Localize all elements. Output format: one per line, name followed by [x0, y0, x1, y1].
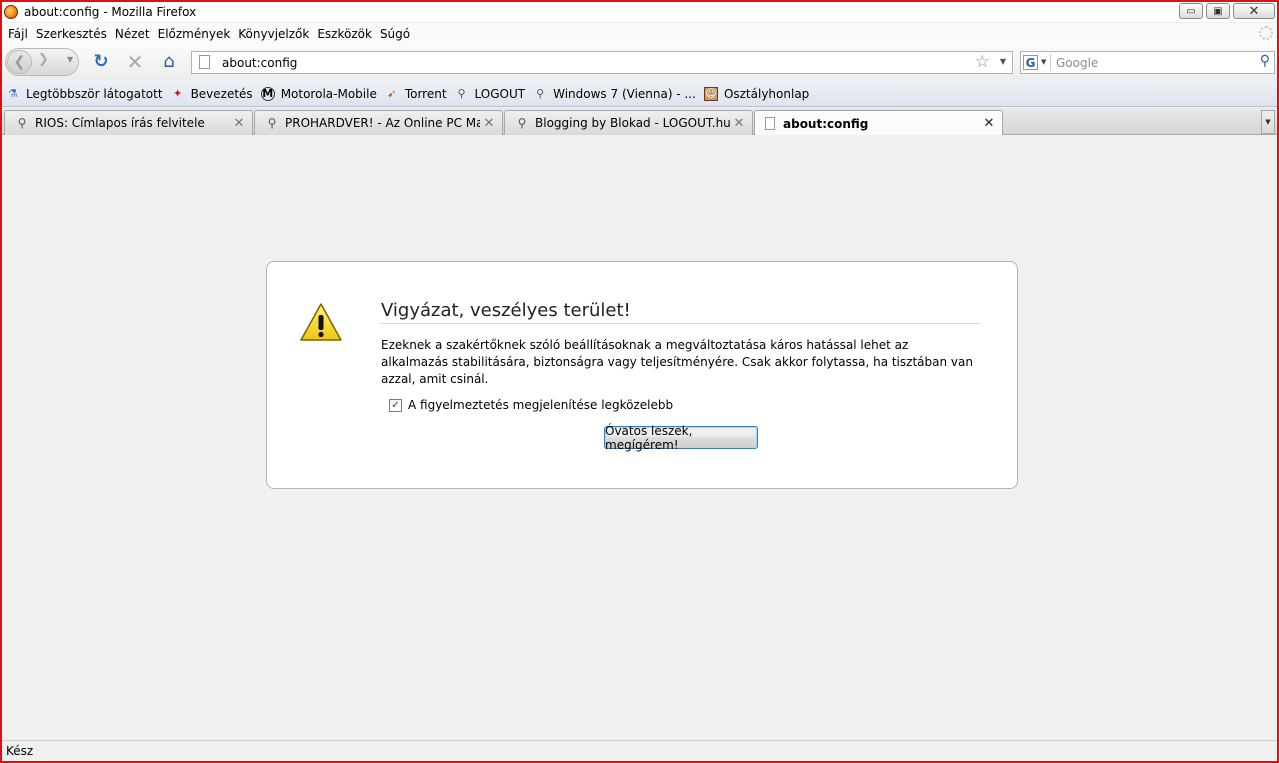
bookmark-motorola[interactable]: M Motorola-Mobile	[260, 86, 377, 101]
status-bar: Kész	[2, 740, 1277, 761]
warning-icon	[300, 303, 342, 341]
tab-label: RIOS: Címlapos írás felvitele	[35, 116, 205, 130]
browser-window: about:config - Mozilla Firefox ▭ ▣ ✕ Fáj…	[0, 0, 1279, 763]
search-separator	[1050, 54, 1051, 71]
home-icon[interactable]: ⌂	[158, 52, 180, 72]
back-forward-group: ❮ ❯ ▼	[5, 48, 79, 76]
magnifier-icon: ⚲	[536, 87, 545, 100]
warning-box: Vigyázat, veszélyes terület! Ezeknek a s…	[266, 261, 1018, 489]
class-site-icon: ☺	[703, 86, 718, 101]
title-bar: about:config - Mozilla Firefox ▭ ▣ ✕	[2, 2, 1277, 22]
tab-strip: ⚲ RIOS: Címlapos írás felvitele ✕ ⚲ PROH…	[2, 108, 1277, 136]
url-dropdown-icon[interactable]: ▼	[1000, 57, 1006, 66]
back-button[interactable]: ❮	[7, 50, 32, 74]
bookmark-label: Windows 7 (Vienna) - ...	[553, 86, 696, 101]
show-warning-checkbox-row[interactable]: ✓ A figyelmeztetés megjelenítése legköze…	[389, 398, 673, 412]
red-bird-icon: ✦	[172, 87, 183, 100]
page-content: Vigyázat, veszélyes terület! Ezeknek a s…	[2, 135, 1277, 740]
tab-label: PROHARDVER! - Az Online PC Mag...	[285, 116, 480, 130]
page-icon	[765, 117, 775, 130]
stop-icon[interactable]: ✕	[124, 52, 146, 72]
history-dropdown-icon[interactable]: ▼	[67, 55, 73, 64]
bookmarks-toolbar: ⚗ Legtöbbször látogatott ✦ Bevezetés M M…	[2, 81, 1277, 107]
bookmark-label: Motorola-Mobile	[280, 86, 377, 101]
menu-bar: Fájl Szerkesztés Nézet Előzmények Könyvj…	[2, 23, 1277, 44]
warning-title: Vigyázat, veszélyes terület!	[381, 300, 981, 324]
minimize-button[interactable]: ▭	[1179, 3, 1203, 19]
tab-close-button[interactable]: ✕	[980, 116, 998, 131]
url-input[interactable]: about:config	[222, 56, 297, 70]
url-bar[interactable]: about:config ☆ ▼	[191, 51, 1013, 74]
search-input[interactable]: Google	[1056, 56, 1098, 70]
status-text: Kész	[6, 744, 34, 758]
magnifier-icon: ⚲	[267, 116, 277, 130]
menu-bookmarks[interactable]: Könyvjelzők	[236, 27, 315, 41]
tab-label: Blogging by Blokad - LOGOUT.hu ...	[535, 116, 730, 130]
bookmark-logout[interactable]: ⚲ LOGOUT	[455, 87, 526, 101]
tab-close-button[interactable]: ✕	[730, 116, 748, 131]
menu-tools[interactable]: Eszközök	[315, 27, 378, 41]
bookmark-class-site[interactable]: ☺ Osztályhonlap	[703, 86, 810, 101]
smart-bookmark-icon: ⚗	[8, 87, 18, 100]
bookmark-label: Legtöbbször látogatott	[26, 86, 163, 101]
tab-about-config[interactable]: about:config ✕	[754, 110, 1003, 136]
menu-edit[interactable]: Szerkesztés	[34, 27, 113, 41]
bookmark-torrent[interactable]: ➹ Torrent	[385, 86, 447, 101]
tab-close-button[interactable]: ✕	[230, 116, 248, 131]
bookmark-star-icon[interactable]: ☆	[975, 52, 990, 72]
bookmark-windows7[interactable]: ⚲ Windows 7 (Vienna) - ...	[533, 87, 696, 101]
menu-help[interactable]: Súgó	[378, 27, 416, 41]
bookmark-label: Osztályhonlap	[723, 86, 810, 101]
magnifier-icon: ⚲	[17, 116, 27, 130]
accept-risk-button[interactable]: Óvatos leszek, megígérem!	[604, 424, 758, 452]
tab-close-button[interactable]: ✕	[480, 116, 498, 131]
magnifier-icon: ⚲	[457, 87, 466, 100]
menu-history[interactable]: Előzmények	[156, 27, 237, 41]
search-icon[interactable]: ⚲	[1260, 53, 1270, 69]
search-bar[interactable]: G ▼ Google ⚲	[1020, 51, 1275, 74]
magnifier-icon: ⚲	[517, 116, 527, 130]
window-controls: ▭ ▣ ✕	[1179, 3, 1275, 19]
engine-dropdown-icon[interactable]: ▼	[1041, 58, 1046, 66]
checkbox-label[interactable]: A figyelmeztetés megjelenítése legközele…	[408, 398, 673, 412]
bookmark-most-visited[interactable]: ⚗ Legtöbbször látogatott	[6, 87, 163, 101]
tab-blokad[interactable]: ⚲ Blogging by Blokad - LOGOUT.hu ... ✕	[504, 110, 753, 135]
tab-rios[interactable]: ⚲ RIOS: Címlapos írás felvitele ✕	[4, 110, 253, 135]
forward-button[interactable]: ❯	[38, 52, 49, 67]
show-warning-checkbox[interactable]: ✓	[389, 398, 402, 412]
warning-text: Ezeknek a szakértőknek szóló beállítások…	[381, 338, 973, 386]
bookmark-label: Torrent	[404, 86, 447, 101]
throbber-icon	[1259, 26, 1273, 40]
motorola-icon: M	[260, 86, 275, 101]
page-icon	[199, 55, 210, 69]
menu-view[interactable]: Nézet	[113, 27, 156, 41]
tab-prohardver[interactable]: ⚲ PROHARDVER! - Az Online PC Mag... ✕	[254, 110, 503, 135]
window-title: about:config - Mozilla Firefox	[24, 5, 197, 19]
maximize-button[interactable]: ▣	[1206, 3, 1230, 19]
bookmark-label: LOGOUT	[474, 86, 526, 101]
bookmark-getting-started[interactable]: ✦ Bevezetés	[171, 87, 253, 101]
firefox-logo-icon	[4, 5, 18, 19]
torrent-icon: ➹	[387, 87, 397, 100]
tab-label: about:config	[783, 116, 869, 131]
close-window-button[interactable]: ✕	[1233, 3, 1275, 19]
reload-icon[interactable]: ↻	[90, 52, 112, 72]
menu-file[interactable]: Fájl	[6, 27, 34, 41]
tab-list-button[interactable]: ▼	[1261, 110, 1275, 134]
google-engine-icon[interactable]: G	[1023, 55, 1038, 70]
bookmark-label: Bevezetés	[190, 86, 253, 101]
